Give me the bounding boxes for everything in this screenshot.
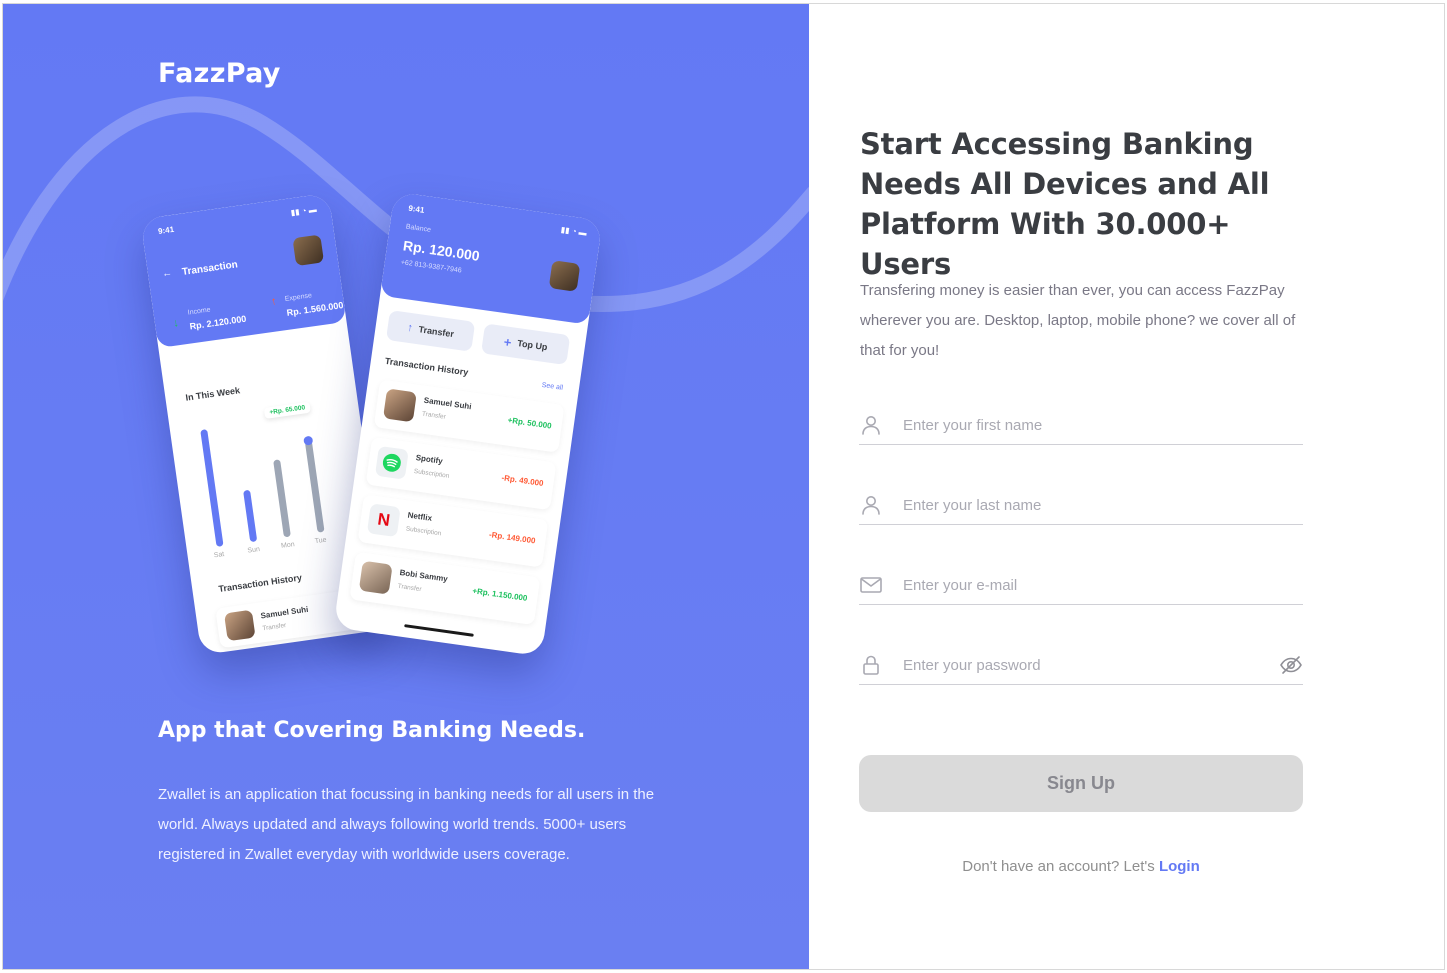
lock-icon xyxy=(863,655,879,675)
signup-button[interactable]: Sign Up xyxy=(859,755,1303,812)
transfer-label: Transfer xyxy=(418,324,455,340)
login-prompt-text: Don't have an account? Let's xyxy=(962,858,1155,875)
signup-panel: Start Accessing Banking Needs All Device… xyxy=(809,4,1444,969)
status-icons: ▮▮ ◔ ▬ xyxy=(560,225,588,238)
day-mon: Mon xyxy=(280,541,296,550)
netflix-icon: N xyxy=(366,503,401,538)
transfer-button[interactable]: ↑ Transfer xyxy=(385,310,476,352)
phone-time: 9:41 xyxy=(407,203,425,215)
week-label: In This Week xyxy=(184,385,241,403)
day-sat: Sat xyxy=(213,550,225,560)
tx-type: Transfer xyxy=(261,622,287,633)
hero-description: Zwallet is an application that focussing… xyxy=(158,786,655,863)
phone-number: +62 813-9387-7946 xyxy=(400,259,463,275)
page-description: Transfering money is easier than ever, y… xyxy=(860,282,1296,359)
hero-panel: FazzPay 9:41 ▮▮ ◔ ▬ ← Transaction Income… xyxy=(3,4,809,969)
balance-label: Balance xyxy=(405,223,432,234)
income-label: Income xyxy=(187,306,212,317)
tx-amount: -Rp. 149.000 xyxy=(488,530,536,546)
tx-type: Transfer xyxy=(421,410,447,421)
password-input[interactable] xyxy=(903,651,1263,679)
tx-name: Netflix xyxy=(407,510,433,523)
first-name-input[interactable] xyxy=(903,411,1263,439)
history-label: Transaction History xyxy=(384,355,469,378)
hero-heading: App that Covering Banking Needs. xyxy=(158,718,586,743)
bar-mon xyxy=(273,459,291,538)
arrow-up-icon: ↑ xyxy=(270,295,278,308)
tx-type: Subscription xyxy=(405,525,442,538)
arrow-down-icon: ↓ xyxy=(172,317,180,330)
tx-name: Spotify xyxy=(415,453,444,466)
brand-logo[interactable]: FazzPay xyxy=(158,58,281,89)
plus-icon: + xyxy=(502,333,513,350)
tx-type: Transfer xyxy=(397,582,422,594)
home-indicator xyxy=(404,624,474,637)
page-title: Start Accessing Banking Needs All Device… xyxy=(860,127,1270,281)
income-value: Rp. 2.120.000 xyxy=(189,313,247,332)
arrow-up-icon: ↑ xyxy=(406,321,414,335)
mail-icon xyxy=(860,577,882,593)
history-label: Transaction History xyxy=(217,572,303,595)
password-field xyxy=(859,645,1303,685)
expense-label: Expense xyxy=(284,292,313,303)
avatar xyxy=(292,234,325,267)
phone-header: 9:41 ▮▮ ◔ ▬ ← Transaction Income Rp. 2.1… xyxy=(140,192,347,349)
bar-sun xyxy=(243,489,258,543)
login-link[interactable]: Login xyxy=(1159,858,1200,875)
bar-tue xyxy=(304,440,325,533)
bar-sat xyxy=(200,429,224,547)
person-icon xyxy=(862,496,880,515)
last-name-field xyxy=(859,485,1303,525)
tx-amount: -Rp. 49.000 xyxy=(500,473,545,489)
page-frame: FazzPay 9:41 ▮▮ ◔ ▬ ← Transaction Income… xyxy=(2,3,1445,970)
topup-button[interactable]: + Top Up xyxy=(480,323,571,366)
tx-amount: +Rp. 1.150.000 xyxy=(471,586,528,603)
avatar xyxy=(382,388,417,423)
email-field xyxy=(859,565,1303,605)
last-name-input[interactable] xyxy=(903,491,1263,519)
spotify-icon xyxy=(374,445,409,480)
expense-value: Rp. 1.560.000 xyxy=(286,300,344,318)
first-name-field xyxy=(859,405,1303,445)
phone-time: 9:41 xyxy=(157,224,175,236)
day-sun: Sun xyxy=(247,545,261,555)
tx-name: Samuel Suhi xyxy=(260,604,309,621)
tx-name: Bobi Sammy xyxy=(399,567,449,584)
eye-off-icon[interactable] xyxy=(1279,653,1303,677)
tx-name: Samuel Suhi xyxy=(423,395,473,412)
day-tue: Tue xyxy=(314,536,328,546)
back-arrow-icon: ← xyxy=(161,267,173,280)
avatar xyxy=(548,260,581,292)
weekly-bar-chart xyxy=(198,409,353,547)
tx-type: Subscription xyxy=(413,467,450,480)
topup-label: Top Up xyxy=(516,338,549,353)
see-all-link[interactable]: See all xyxy=(541,382,563,392)
person-icon xyxy=(862,416,880,435)
login-prompt: Don't have an account? Let's Login xyxy=(859,858,1303,875)
phone-title: Transaction xyxy=(181,259,239,279)
avatar xyxy=(358,560,393,595)
email-input[interactable] xyxy=(903,571,1263,599)
status-icons: ▮▮ ◔ ▬ xyxy=(290,204,318,218)
tx-amount: +Rp. 50.000 xyxy=(507,415,553,431)
avatar xyxy=(223,609,256,642)
